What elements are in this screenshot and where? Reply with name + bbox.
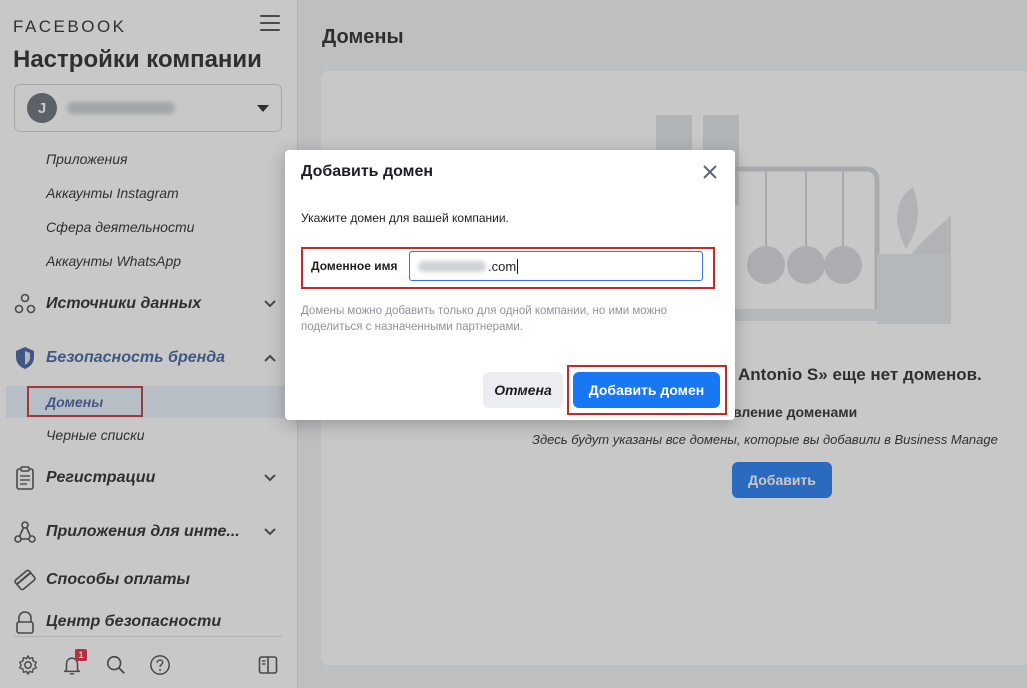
add-domain-dialog: Добавить домен Укажите домен для вашей к… xyxy=(285,150,735,420)
cancel-button[interactable]: Отмена xyxy=(483,372,563,408)
dialog-title: Добавить домен xyxy=(301,163,434,180)
domain-name-input[interactable]: .com xyxy=(409,251,703,281)
domain-suffix: .com xyxy=(488,258,517,274)
dialog-prompt: Укажите домен для вашей компании. xyxy=(301,211,509,225)
domain-field-label: Доменное имя xyxy=(311,259,398,273)
close-icon[interactable] xyxy=(701,163,719,181)
add-domain-submit-button[interactable]: Добавить домен xyxy=(573,372,720,408)
text-cursor xyxy=(517,258,519,274)
domain-field-highlight: Доменное имя .com xyxy=(301,247,715,289)
submit-highlight: Добавить домен xyxy=(567,365,727,415)
redacted-domain-part xyxy=(418,260,486,272)
dialog-note: Домены можно добавить только для одной к… xyxy=(301,305,668,333)
